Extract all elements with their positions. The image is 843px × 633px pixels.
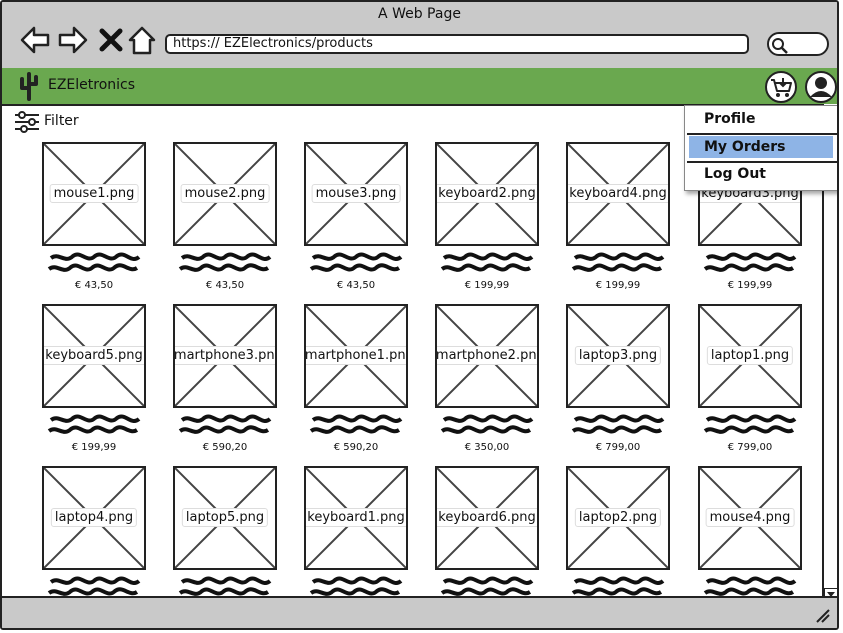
image-filename: mouse4.png xyxy=(705,508,795,527)
brand-name[interactable]: EZEletronics xyxy=(48,77,135,93)
product-card[interactable]: smartphone3.png € 590,20 xyxy=(133,304,277,459)
product-price: € 350,00 xyxy=(464,442,510,453)
image-filename: laptop5.png xyxy=(181,508,269,527)
menu-item-profile[interactable]: Profile xyxy=(689,108,833,130)
filter-sliders-icon xyxy=(15,111,39,133)
product-image[interactable]: mouse3.png xyxy=(304,142,408,246)
product-card[interactable]: mouse2.png € 43,50 xyxy=(133,142,277,297)
product-description-scribble xyxy=(571,414,667,442)
menu-item-my-orders[interactable]: My Orders xyxy=(689,136,833,158)
product-price: € 590,20 xyxy=(333,442,379,453)
search-box[interactable] xyxy=(767,32,829,56)
product-price: € 590,20 xyxy=(202,442,248,453)
status-bar xyxy=(2,596,837,628)
stop-icon[interactable] xyxy=(95,24,127,56)
product-card[interactable]: smartphone2.png € 350,00 xyxy=(395,304,539,459)
product-card[interactable]: keyboard4.png € 199,99 xyxy=(526,142,670,297)
product-price: € 799,00 xyxy=(595,442,641,453)
image-filename: keyboard1.png xyxy=(306,508,406,527)
filter-button[interactable]: Filter xyxy=(14,110,84,134)
forward-arrow-icon[interactable] xyxy=(57,24,89,56)
search-icon xyxy=(772,38,788,54)
product-image[interactable]: laptop5.png xyxy=(173,466,277,570)
image-filename: laptop2.png xyxy=(574,508,662,527)
cactus-logo-icon[interactable] xyxy=(14,71,44,101)
image-filename: laptop1.png xyxy=(706,346,794,365)
image-filename: smartphone1.png xyxy=(306,346,406,365)
product-price: € 199,99 xyxy=(595,280,641,291)
menu-divider xyxy=(687,133,837,135)
home-icon[interactable] xyxy=(126,24,158,56)
image-filename: mouse3.png xyxy=(311,184,401,203)
browser-window: A Web Page https:// EZElectronics/produc… xyxy=(0,0,839,630)
image-filename: mouse1.png xyxy=(49,184,139,203)
resize-grip-icon[interactable] xyxy=(813,606,831,624)
product-image[interactable]: laptop2.png xyxy=(566,466,670,570)
product-image[interactable]: mouse4.png xyxy=(698,466,802,570)
product-image[interactable]: laptop4.png xyxy=(42,466,146,570)
product-image[interactable]: keyboard2.png xyxy=(435,142,539,246)
browser-chrome: A Web Page https:// EZElectronics/produc… xyxy=(2,2,837,70)
image-filename: laptop3.png xyxy=(574,346,662,365)
product-card[interactable]: laptop3.png € 799,00 xyxy=(526,304,670,459)
product-description-scribble xyxy=(47,252,143,280)
product-description-scribble xyxy=(440,252,536,280)
address-bar[interactable]: https:// EZElectronics/products xyxy=(165,34,749,54)
product-card[interactable]: mouse1.png € 43,50 xyxy=(2,142,146,297)
image-filename: laptop4.png xyxy=(50,508,138,527)
image-filename: keyboard4.png xyxy=(568,184,668,203)
product-price: € 199,99 xyxy=(464,280,510,291)
cart-icon[interactable] xyxy=(764,70,798,104)
site-header: EZEletronics xyxy=(2,68,837,106)
image-filename: keyboard6.png xyxy=(437,508,537,527)
product-image[interactable]: keyboard4.png xyxy=(566,142,670,246)
menu-item-log-out[interactable]: Log Out xyxy=(689,163,833,185)
product-card[interactable]: keyboard5.png € 199,99 xyxy=(2,304,146,459)
product-image[interactable]: mouse1.png xyxy=(42,142,146,246)
product-image[interactable]: keyboard6.png xyxy=(435,466,539,570)
product-image[interactable]: laptop1.png xyxy=(698,304,802,408)
product-price: € 199,99 xyxy=(71,442,117,453)
user-icon[interactable] xyxy=(804,70,838,104)
product-description-scribble xyxy=(703,414,799,442)
product-image[interactable]: smartphone1.png xyxy=(304,304,408,408)
product-image[interactable]: keyboard5.png xyxy=(42,304,146,408)
product-image[interactable]: mouse2.png xyxy=(173,142,277,246)
user-dropdown-menu: Profile My Orders Log Out xyxy=(684,105,837,191)
product-image[interactable]: keyboard1.png xyxy=(304,466,408,570)
back-arrow-icon[interactable] xyxy=(19,24,51,56)
product-description-scribble xyxy=(440,414,536,442)
product-description-scribble xyxy=(309,252,405,280)
product-card[interactable]: mouse3.png € 43,50 xyxy=(264,142,408,297)
product-image[interactable]: smartphone2.png xyxy=(435,304,539,408)
window-title: A Web Page xyxy=(378,6,461,22)
product-description-scribble xyxy=(178,414,274,442)
product-price: € 43,50 xyxy=(205,280,245,291)
image-filename: mouse2.png xyxy=(180,184,270,203)
product-description-scribble xyxy=(571,252,667,280)
product-description-scribble xyxy=(47,414,143,442)
product-card[interactable]: laptop1.png € 799,00 xyxy=(658,304,802,459)
product-image[interactable]: smartphone3.png xyxy=(173,304,277,408)
image-filename: smartphone2.png xyxy=(437,346,537,365)
image-filename: keyboard2.png xyxy=(437,184,537,203)
product-image[interactable]: laptop3.png xyxy=(566,304,670,408)
product-price: € 43,50 xyxy=(74,280,114,291)
product-description-scribble xyxy=(703,252,799,280)
product-card[interactable]: keyboard2.png € 199,99 xyxy=(395,142,539,297)
image-filename: smartphone3.png xyxy=(175,346,275,365)
product-price: € 799,00 xyxy=(727,442,773,453)
image-filename: keyboard5.png xyxy=(44,346,144,365)
product-price: € 199,99 xyxy=(727,280,773,291)
product-description-scribble xyxy=(309,414,405,442)
product-description-scribble xyxy=(178,252,274,280)
product-card[interactable]: smartphone1.png € 590,20 xyxy=(264,304,408,459)
product-price: € 43,50 xyxy=(336,280,376,291)
filter-label: Filter xyxy=(44,113,79,129)
